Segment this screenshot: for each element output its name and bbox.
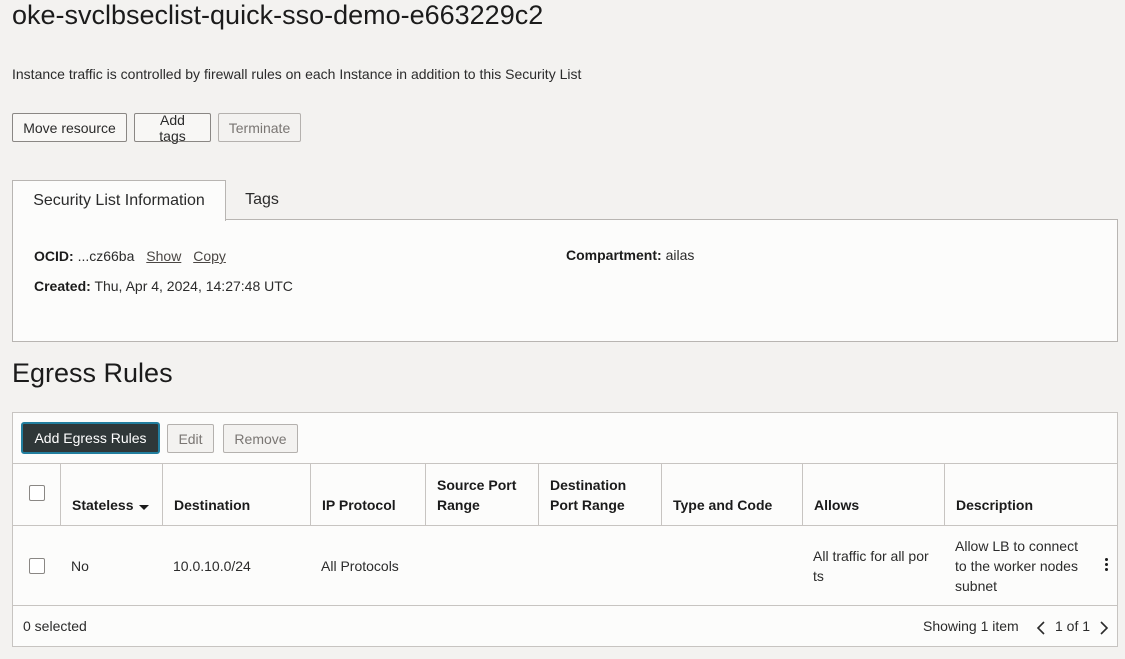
remove-button[interactable]: Remove xyxy=(223,424,298,453)
security-list-info-panel: OCID: ...cz66ba Show Copy Created: Thu, … xyxy=(12,219,1118,342)
created-label: Created: xyxy=(34,278,91,294)
column-type-and-code: Type and Code xyxy=(662,464,803,526)
add-egress-rules-button[interactable]: Add Egress Rules xyxy=(21,422,160,454)
sort-desc-icon xyxy=(139,505,150,510)
row-checkbox[interactable] xyxy=(29,558,45,574)
ocid-label: OCID: xyxy=(34,248,74,264)
column-stateless-label: Stateless xyxy=(72,497,134,513)
cell-source-port-range xyxy=(426,526,539,606)
header-select-all-cell xyxy=(13,464,61,526)
row-select-cell xyxy=(13,526,61,606)
column-destination-port-range: Destination Port Range xyxy=(539,464,662,526)
table-footer: 0 selected Showing 1 item 1 of 1 xyxy=(13,606,1117,646)
created-row: Created: Thu, Apr 4, 2024, 14:27:48 UTC xyxy=(34,278,293,294)
show-ocid-link[interactable]: Show xyxy=(146,248,181,264)
table-header-row: Stateless Destination IP Protocol Source… xyxy=(13,464,1117,526)
column-stateless[interactable]: Stateless xyxy=(61,464,163,526)
copy-ocid-link[interactable]: Copy xyxy=(193,248,226,264)
compartment-row: Compartment: ailas xyxy=(566,247,694,263)
cell-type-and-code xyxy=(662,526,803,606)
page-title: oke-svclbseclist-quick-sso-demo-e663229c… xyxy=(12,0,544,30)
compartment-value: ailas xyxy=(665,247,695,263)
pagination-label: 1 of 1 xyxy=(1055,618,1091,634)
column-allows: Allows xyxy=(803,464,945,526)
tab-tags[interactable]: Tags xyxy=(226,180,298,220)
tab-security-list-information[interactable]: Security List Information xyxy=(12,180,226,221)
chevron-left-icon[interactable] xyxy=(1035,620,1047,636)
cell-allows: All traffic for all ports xyxy=(813,548,929,584)
cell-destination-port-range xyxy=(539,526,662,606)
cell-destination: 10.0.10.0/24 xyxy=(173,558,251,574)
move-resource-button[interactable]: Move resource xyxy=(12,113,127,142)
terminate-button[interactable]: Terminate xyxy=(218,113,301,142)
edit-button[interactable]: Edit xyxy=(167,424,214,453)
row-actions-kebab-icon[interactable] xyxy=(1101,558,1111,574)
chevron-right-icon[interactable] xyxy=(1098,620,1110,636)
cell-description: Allow LB to connect to the worker nodes … xyxy=(955,538,1078,594)
column-description: Description xyxy=(956,497,1034,513)
column-source-port-range: Source Port Range xyxy=(426,464,539,526)
table-row: No 10.0.10.0/24 All Protocols All traffi… xyxy=(13,526,1117,606)
table-toolbar: Add Egress Rules Edit Remove xyxy=(13,413,1117,464)
select-all-checkbox[interactable] xyxy=(28,485,45,501)
compartment-label: Compartment: xyxy=(566,247,662,263)
created-value: Thu, Apr 4, 2024, 14:27:48 UTC xyxy=(94,278,293,294)
cell-stateless: No xyxy=(71,558,89,574)
page-subtitle: Instance traffic is controlled by firewa… xyxy=(12,66,582,82)
column-destination: Destination xyxy=(163,464,311,526)
egress-rules-table: Add Egress Rules Edit Remove Stateless D… xyxy=(12,412,1118,647)
egress-rules-title: Egress Rules xyxy=(12,358,173,388)
selected-count: 0 selected xyxy=(23,618,87,634)
ocid-value: ...cz66ba xyxy=(77,248,135,264)
add-tags-button[interactable]: Add tags xyxy=(134,112,211,144)
column-ip-protocol: IP Protocol xyxy=(311,464,426,526)
showing-count: Showing 1 item xyxy=(923,618,1019,634)
ocid-row: OCID: ...cz66ba Show Copy xyxy=(34,248,226,264)
cell-ip-protocol: All Protocols xyxy=(321,558,399,574)
